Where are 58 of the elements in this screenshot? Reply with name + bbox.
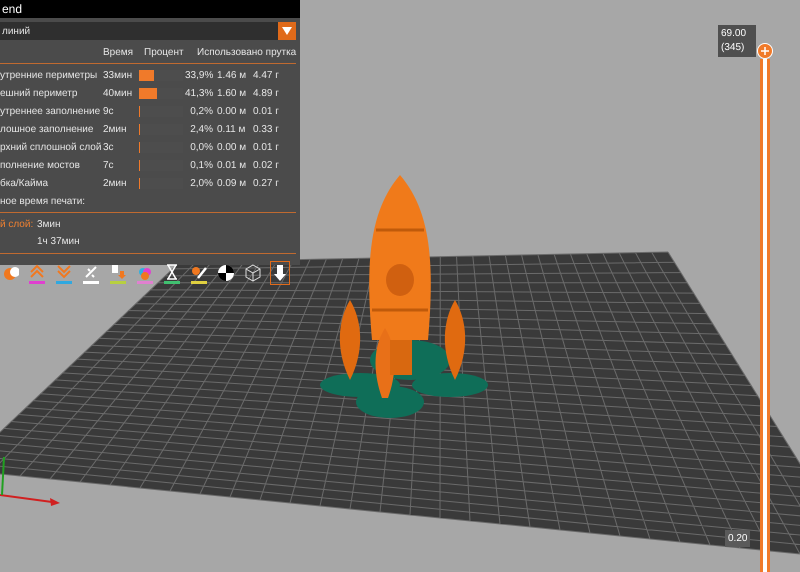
center-icon: [217, 264, 235, 282]
length-cell-text: 0.09 м: [216, 176, 248, 190]
length-cell-text: 0.00 м: [216, 140, 248, 154]
length-cell-text: 1.60 м: [216, 86, 248, 100]
legend-title: end: [0, 0, 300, 18]
up-icon: [28, 262, 46, 280]
feature-name: ешний периметр: [0, 86, 78, 100]
percent-cell-text: 0,2%: [189, 104, 213, 118]
time-cell-text: 40мин: [103, 86, 134, 100]
pin-icon: [271, 264, 289, 282]
weight-cell-text: 0.27 г: [252, 176, 280, 190]
plus-icon: [761, 47, 769, 55]
feature-name: бка/Кайма: [0, 176, 50, 190]
percent-cell-text: 2,4%: [189, 122, 213, 136]
time-cell-text: 7с: [103, 158, 115, 172]
feature-name: утренние периметры: [0, 68, 98, 82]
weight-cell-text: 0.02 г: [252, 158, 280, 172]
time-cell-text: 2мин: [103, 176, 128, 190]
time-value: 3мин: [37, 218, 62, 232]
top-layer-value: (345): [721, 41, 746, 55]
length-cell-text: 0.11 м: [216, 122, 246, 136]
top-height-value: 69.00: [721, 27, 748, 41]
percent-cell-text: 0,1%: [189, 158, 213, 172]
length-cell-text: 0.00 м: [216, 104, 248, 118]
down-icon: [55, 262, 73, 280]
bottom-height-value: 0.20: [725, 530, 750, 547]
total-time-heading: ное время печати:: [0, 194, 296, 213]
time-cell-text: 2мин: [103, 122, 128, 136]
length-cell-text: 1.46 м: [216, 68, 248, 82]
percent-cell-text: 2,0%: [189, 176, 213, 190]
feature-name: утреннее заполнение: [0, 104, 102, 118]
percent-cell-text: 0,0%: [189, 140, 213, 154]
time-cell-text: 9с: [103, 104, 115, 118]
slider-thumb[interactable]: [757, 43, 773, 59]
extrude-icon: [109, 262, 127, 280]
weight-cell-text: 0.01 г: [252, 140, 280, 154]
dropdown-caret-icon: [278, 22, 296, 40]
weight-cell-text: 4.89 г: [252, 86, 280, 100]
length-cell-text: 0.01 м: [216, 158, 248, 172]
column-header: Процент: [143, 46, 185, 60]
column-header: Время: [103, 46, 134, 60]
cube-icon: [244, 264, 262, 282]
feature-name: лошное заполнение: [0, 122, 94, 136]
weight-cell-text: 0.33 г: [252, 122, 280, 136]
weight-cell-text: 4.47 г: [252, 68, 280, 82]
column-header: Использовано прутка: [196, 46, 296, 60]
toolbar-button[interactable]: [270, 261, 290, 285]
feature-name: полнение мостов: [0, 158, 81, 172]
shells-icon: [1, 264, 19, 282]
time-label: й слой:: [0, 218, 34, 232]
view-type-dropdown[interactable]: линий: [0, 22, 296, 40]
weight-cell-text: 0.01 г: [252, 104, 280, 118]
time-cell-text: 3с: [103, 140, 115, 154]
percent-cell-text: 41,3%: [185, 86, 213, 100]
time-cell-text: 33мин: [103, 68, 134, 82]
percent-cell-text: 33,9%: [185, 68, 213, 82]
time-value: 1ч 37мин: [37, 235, 81, 249]
feature-name: рхний сплошной слой: [0, 140, 102, 154]
